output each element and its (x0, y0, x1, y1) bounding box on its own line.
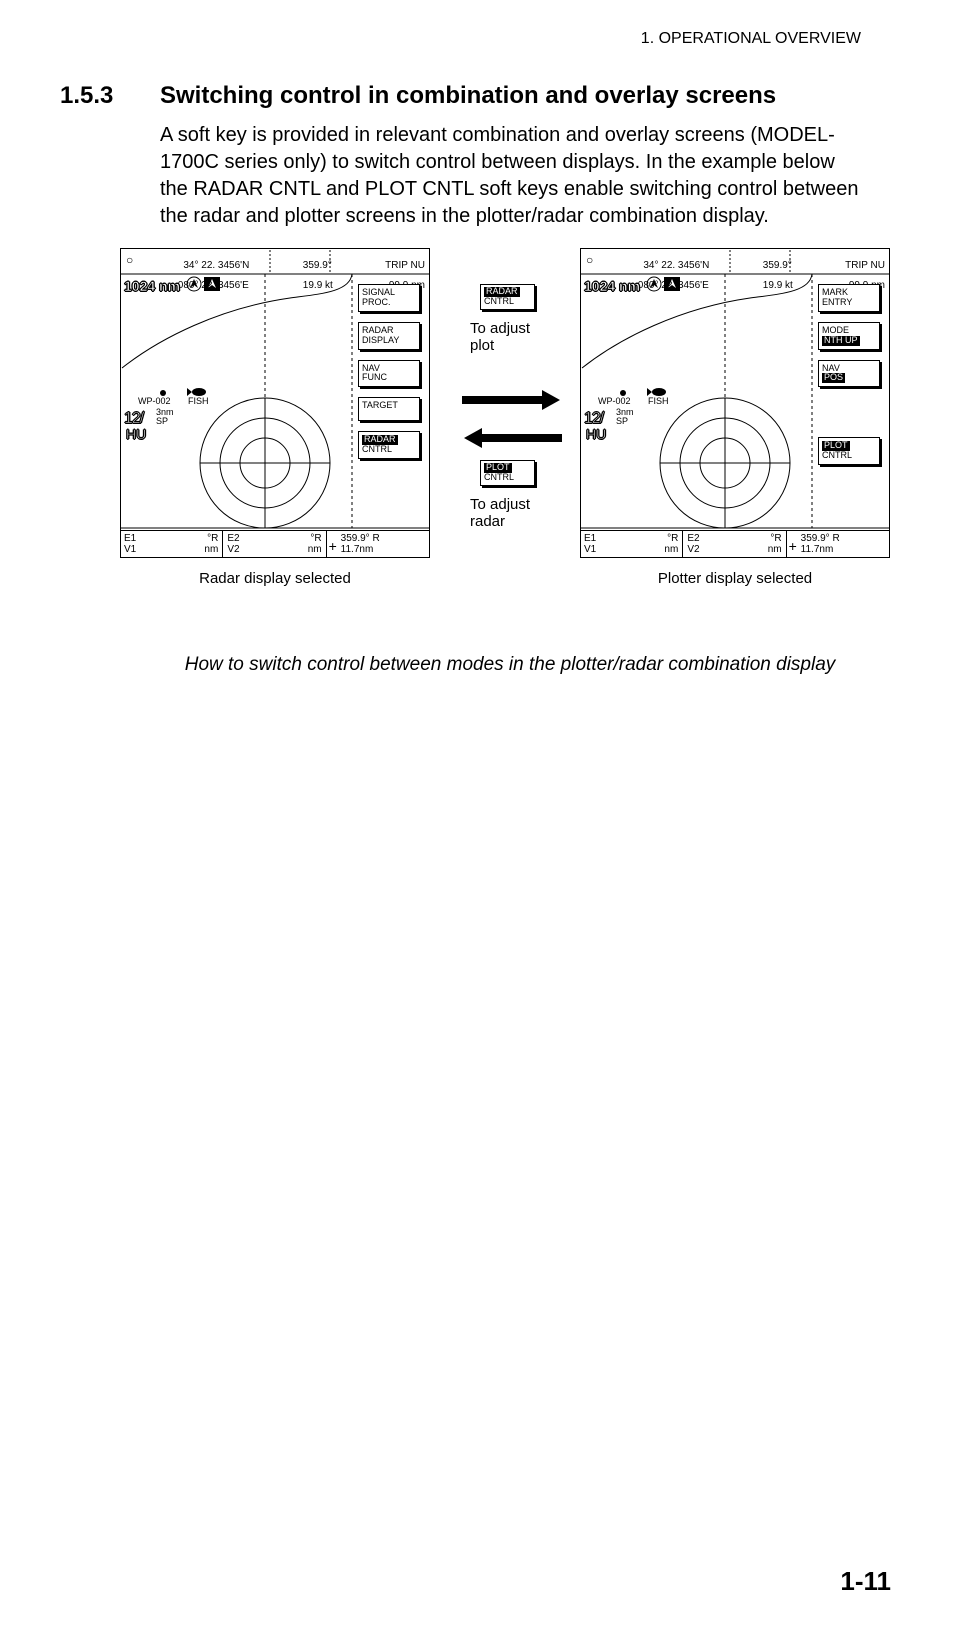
page-number: 1-11 (840, 1566, 891, 1597)
heading-speed: 359.9° 19.9 kt (735, 251, 793, 301)
softkey-radar-display[interactable]: RADARDISPLAY (358, 322, 420, 350)
running-header: 1. OPERATIONAL OVERVIEW (60, 30, 861, 48)
fish-label: FISH (188, 396, 209, 406)
ebl1-box: E1°R V1nm (580, 530, 683, 558)
softkey-column: SIGNALPROC. RADARDISPLAY NAVFUNC TARGET … (358, 284, 420, 459)
ebl2-box: E2°R V2nm (223, 530, 326, 558)
hdg: 359.9° (303, 260, 332, 271)
section-title: Switching control in combination and ove… (160, 82, 776, 110)
gps-icon: ○ (126, 254, 133, 266)
softkey-mode-nthup[interactable]: MODENTH UP (818, 322, 880, 350)
range-sub: 3nm SP (156, 408, 174, 426)
section-number: 1.5.3 (60, 82, 160, 110)
section-header: 1.5.3 Switching control in combination a… (60, 82, 861, 110)
waypoint-label: WP-002 (598, 396, 631, 406)
spd: 19.9 kt (303, 280, 333, 291)
data-boxes: E1°R V1nm E2°R V2nm + 359.9° R 11.7nm (580, 530, 890, 558)
softkey-signal-proc[interactable]: SIGNALPROC. (358, 284, 420, 312)
waypoint-label: WP-002 (138, 396, 171, 406)
cursor-plus-icon: + (789, 539, 797, 554)
ebl1-box: E1°R V1nm (120, 530, 223, 558)
plot-cntrl-key[interactable]: PLOTCNTRL (480, 460, 535, 486)
page: 1. OPERATIONAL OVERVIEW 1.5.3 Switching … (0, 0, 971, 1633)
body-paragraph: A soft key is provided in relevant combi… (160, 122, 861, 230)
cursor-plus-icon: + (329, 539, 337, 554)
orientation-mode: HU (586, 426, 606, 442)
arrow-left-icon (462, 428, 562, 448)
softkey-radar-cntrl[interactable]: RADARCNTRL (358, 431, 420, 459)
left-display-panel: ○ 34° 22. 3456'N 080° 22. 3456'E 359.9° … (120, 248, 430, 588)
range-sub: 3nm SP (616, 408, 634, 426)
ebl2-box: E2°R V2nm (683, 530, 786, 558)
adjust-radar-label: To adjust radar (470, 496, 530, 531)
data-boxes: E1°R V1nm E2°R V2nm + 359.9° R 11.7nm (120, 530, 430, 558)
softkey-nav-func[interactable]: NAVFUNC (358, 360, 420, 388)
right-display-panel: ○ 34° 22. 3456'N 080° 22. 3456'E 359.9° … (580, 248, 890, 588)
orientation-mode: HU (126, 426, 146, 442)
center-annotations: RADARCNTRL To adjust plot PLOTCNTRL To a… (442, 248, 572, 558)
lon: 080° 22. 3456'E (178, 280, 249, 291)
softkey-column: MARKENTRY MODENTH UP NAVPOS PLOTCNTRL (818, 284, 880, 465)
softkey-plot-cntrl[interactable]: PLOTCNTRL (818, 437, 880, 465)
cursor-box: + 359.9° R 11.7nm (327, 530, 430, 558)
radar-cntrl-key[interactable]: RADARCNTRL (480, 284, 535, 310)
softkey-target[interactable]: TARGET (358, 397, 420, 421)
lat: 34° 22. 3456'N (178, 260, 250, 271)
heading-speed: 359.9° 19.9 kt (275, 251, 333, 301)
right-panel-caption: Plotter display selected (580, 570, 890, 587)
cursor-box: + 359.9° R 11.7nm (787, 530, 890, 558)
chart-scale: 1024 nm (584, 278, 640, 294)
softkey-nav-pos[interactable]: NAVPOS (818, 360, 880, 388)
gps-icon: ○ (586, 254, 593, 266)
fish-label: FISH (648, 396, 669, 406)
softkey-mark-entry[interactable]: MARKENTRY (818, 284, 880, 312)
figure-caption: How to switch control between modes in t… (160, 654, 860, 676)
adjust-plot-label: To adjust plot (470, 320, 530, 355)
chart-scale: 1024 nm (124, 278, 180, 294)
topbar: ○ 34° 22. 3456'N 080° 22. 3456'E 359.9° … (580, 248, 890, 274)
arrow-right-icon (462, 390, 562, 410)
figure: ○ 34° 22. 3456'N 080° 22. 3456'E 359.9° … (120, 248, 900, 618)
topbar: ○ 34° 22. 3456'N 080° 22. 3456'E 359.9° … (120, 248, 430, 274)
left-panel-caption: Radar display selected (120, 570, 430, 587)
trip-label: TRIP NU (385, 260, 425, 271)
softkey-blank (818, 397, 880, 427)
